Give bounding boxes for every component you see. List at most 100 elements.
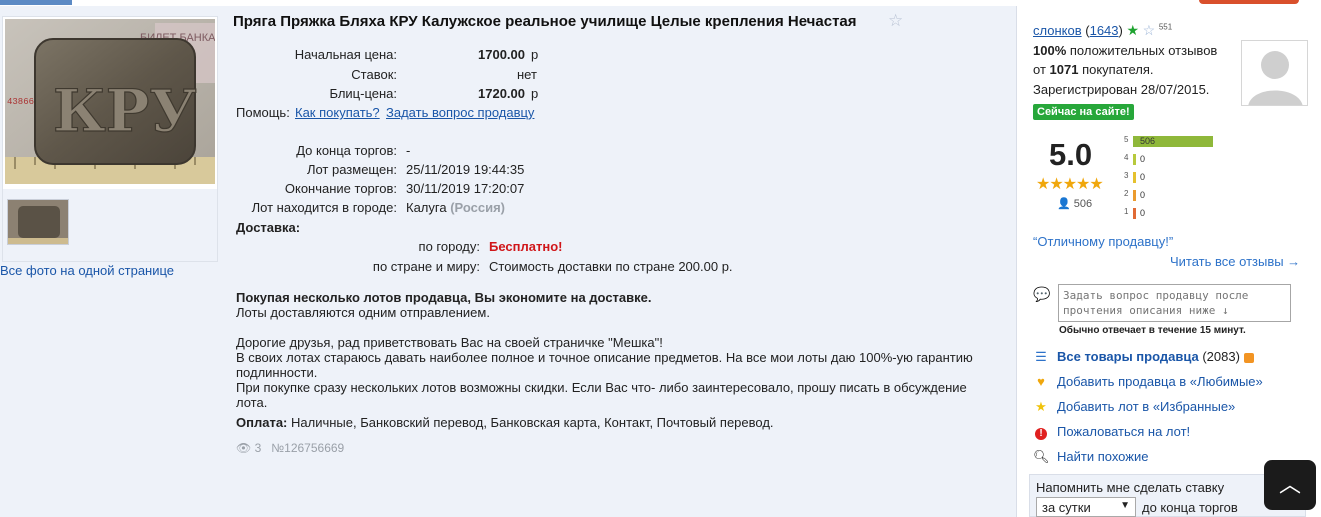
search-icon: 🔍︎ xyxy=(1033,449,1050,464)
seller-header: слонков (1643) ★ ☆ 551 xyxy=(1033,22,1173,38)
watch-star-icon[interactable]: ☆ xyxy=(888,11,903,31)
city-name: Калуга xyxy=(406,200,447,215)
all-seller-items-link[interactable]: Все товары продавца xyxy=(1057,349,1199,364)
reminder-tail: до конца торгов xyxy=(1142,500,1238,515)
find-similar-row: 🔍︎ Найти похожие xyxy=(1033,449,1148,465)
delivery-city-value: Бесплатно! xyxy=(489,239,563,254)
rating-stars-icon: ★★★★★ xyxy=(1036,176,1104,193)
main-photo[interactable]: БИЛЕТ БАНКА 43866 КРУ xyxy=(5,19,215,184)
delivery-country-label: по стране и миру: xyxy=(372,259,480,274)
blitz-price-label: Блиц-цена: xyxy=(329,86,397,101)
histogram-star-label: 3 xyxy=(1124,171,1129,180)
default-avatar-icon xyxy=(1248,51,1303,105)
positive-feedback: 100% положительных отзывов xyxy=(1033,43,1217,58)
histogram-star-label: 1 xyxy=(1124,207,1129,216)
add-favorite-seller-row: ♥ Добавить продавца в «Любимые» xyxy=(1033,374,1263,389)
reviews-count: 👤 506 xyxy=(1057,197,1092,210)
delivery-city-label: по городу: xyxy=(418,239,480,254)
positive-text: положительных отзывов xyxy=(1069,43,1218,58)
chevron-up-icon: ︿ xyxy=(1278,472,1301,497)
add-favorite-lot-link[interactable]: Добавить лот в «Избранные» xyxy=(1057,399,1235,414)
alert-icon: ! xyxy=(1033,424,1049,440)
user-icon: 👤 xyxy=(1057,198,1071,210)
how-to-buy-link[interactable]: Как покупать? xyxy=(295,105,380,120)
heart-icon: ♥ xyxy=(1037,374,1045,389)
start-price-label: Начальная цена: xyxy=(294,47,397,62)
outline-star-icon: ☆ xyxy=(1142,22,1156,38)
histogram-row: 20 xyxy=(1124,189,1145,201)
photo-thumbnail[interactable] xyxy=(7,199,69,245)
seller-rating-link[interactable]: 1643 xyxy=(1090,23,1119,38)
reminder-label: Напомнить мне сделать ставку xyxy=(1036,480,1225,495)
from-label: от xyxy=(1033,62,1046,77)
all-photos-link[interactable]: Все фото на одной странице xyxy=(0,263,174,278)
read-all-reviews-link[interactable]: Читать все отзывы → xyxy=(1170,254,1300,269)
all-seller-items-row: ☰ Все товары продавца (2083) xyxy=(1033,349,1254,365)
buyers-label: покупателя. xyxy=(1082,62,1154,77)
list-icon: ☰ xyxy=(1035,349,1047,364)
seller-avatar[interactable] xyxy=(1241,40,1308,106)
complain-link[interactable]: Пожаловаться на лот! xyxy=(1057,424,1190,439)
histogram-bar xyxy=(1133,154,1136,165)
scroll-to-top-button[interactable]: ︿ xyxy=(1264,460,1316,510)
chevron-down-icon: ▼ xyxy=(1120,500,1130,511)
histogram-count: 0 xyxy=(1140,208,1146,218)
buckle-photo-image: БИЛЕТ БАНКА 43866 КРУ xyxy=(5,19,215,184)
svg-text:КРУ: КРУ xyxy=(53,77,196,145)
combined-shipping-text: Лоты доставляются одним отправлением. xyxy=(236,305,490,320)
blitz-price-value: 1720.00 xyxy=(478,86,525,101)
bids-label: Ставок: xyxy=(351,67,397,82)
histogram-row: 40 xyxy=(1124,153,1145,165)
online-badge: Сейчас на сайте! xyxy=(1033,104,1134,120)
scroll-gutter xyxy=(1306,6,1321,517)
find-similar-link[interactable]: Найти похожие xyxy=(1057,449,1148,464)
lot-number: №126756669 xyxy=(271,441,345,455)
histogram-row: 10 xyxy=(1124,207,1145,219)
description-greeting: Дорогие друзья, рад приветствовать Вас н… xyxy=(236,335,663,350)
ask-seller-link[interactable]: Задать вопрос продавцу xyxy=(386,105,534,120)
histogram-row: 30 xyxy=(1124,171,1145,183)
payment-label: Оплата: xyxy=(236,415,288,430)
description-guarantee: В своих лотах стараюсь давать наиболее п… xyxy=(236,350,973,380)
description-discount: При покупке сразу нескольких лотов возмо… xyxy=(236,380,967,410)
photo-gallery: БИЛЕТ БАНКА 43866 КРУ xyxy=(2,16,218,262)
blitz-price-currency: р xyxy=(531,86,539,101)
histogram-star-label: 2 xyxy=(1124,189,1129,198)
city-label: Лот находится в городе: xyxy=(251,200,397,215)
histogram-count: 506 xyxy=(1140,136,1156,146)
histogram-star-label: 5 xyxy=(1124,135,1129,144)
ends-in-label: До конца торгов: xyxy=(296,143,397,158)
rating-score: 5.0 xyxy=(1049,137,1093,172)
city-value: Калуга (Россия) xyxy=(406,200,505,215)
eye-icon: 👁 xyxy=(236,441,252,455)
histogram-row: 5 506 xyxy=(1124,135,1213,147)
reminder-selected: за сутки xyxy=(1042,500,1091,515)
svg-text:43866: 43866 xyxy=(7,97,34,107)
ask-question-input[interactable] xyxy=(1058,284,1291,322)
review-quote: “Отличному продавцу!” xyxy=(1033,234,1174,249)
country-name: (Россия) xyxy=(450,200,506,215)
end-value: 30/11/2019 17:20:07 xyxy=(406,181,525,196)
top-action-button[interactable] xyxy=(1199,0,1299,4)
seller-name-link[interactable]: слонков xyxy=(1033,23,1082,38)
start-price-value: 1700.00 xyxy=(478,47,525,62)
histogram-count: 0 xyxy=(1140,190,1146,200)
thumbnail-image xyxy=(8,200,68,244)
help-label: Помощь: xyxy=(236,105,290,120)
positive-percent: 100% xyxy=(1033,43,1067,58)
start-price-currency: р xyxy=(531,47,539,62)
ends-in-value: - xyxy=(406,143,411,158)
add-favorite-lot-row: ★ Добавить лот в «Избранные» xyxy=(1033,399,1235,415)
response-time-note: Обычно отвечает в течение 15 минут. xyxy=(1059,325,1246,336)
lot-meta: 👁 3 №126756669 xyxy=(236,441,344,455)
combined-shipping-title: Покупая несколько лотов продавца, Вы эко… xyxy=(236,290,652,305)
bids-value: нет xyxy=(517,67,537,82)
add-favorite-seller-link[interactable]: Добавить продавца в «Любимые» xyxy=(1057,374,1263,389)
histogram-star-label: 4 xyxy=(1124,153,1129,162)
reminder-select[interactable]: за сутки ▼ xyxy=(1036,497,1136,517)
delivery-label: Доставка: xyxy=(236,220,301,235)
rss-icon[interactable] xyxy=(1243,352,1254,363)
top-tab-indicator xyxy=(0,0,72,5)
lot-title: Пряга Пряжка Бляха КРУ Калужское реально… xyxy=(233,13,857,30)
thumbnail-strip xyxy=(3,189,217,261)
